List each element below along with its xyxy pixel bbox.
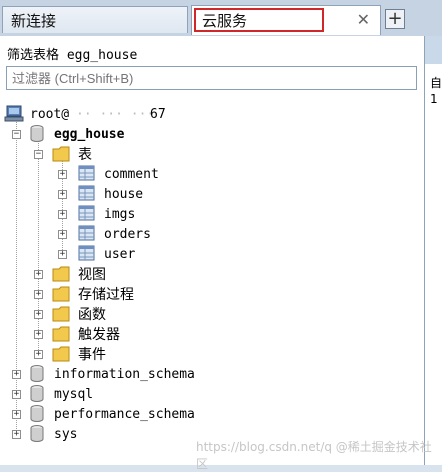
folder-label: 触发器	[78, 327, 120, 343]
table-icon	[78, 205, 95, 221]
folder-icon	[52, 306, 70, 322]
tab-new-connection-label: 新连接	[11, 11, 57, 30]
server-icon	[4, 105, 24, 122]
expand-icon[interactable]: +	[58, 170, 67, 179]
folder-icon	[52, 146, 70, 162]
expand-icon[interactable]: +	[12, 410, 21, 419]
expand-icon[interactable]: +	[34, 350, 43, 359]
connection-label: root@	[30, 106, 70, 122]
connection-tail: 67	[150, 106, 166, 122]
expand-icon[interactable]: +	[12, 390, 21, 399]
right-header	[425, 36, 442, 64]
table-label: comment	[104, 166, 159, 182]
table-icon	[78, 185, 95, 201]
filter-label: 筛选表格 egg_house	[7, 48, 138, 63]
table-icon	[78, 165, 95, 181]
table-label: house	[104, 186, 144, 202]
folder-icon	[52, 346, 70, 362]
tab-cloud-service[interactable]: 云服务 ✕	[191, 5, 381, 35]
tab-new-connection[interactable]: 新连接	[2, 6, 188, 33]
expand-icon[interactable]: +	[34, 310, 43, 319]
collapse-icon[interactable]: −	[12, 130, 21, 139]
table-icon	[78, 245, 95, 261]
expand-icon[interactable]: +	[34, 330, 43, 339]
expand-icon[interactable]: +	[58, 250, 67, 259]
folder-label: 存储过程	[78, 287, 134, 303]
tree-folder-views[interactable]: + 视图	[0, 264, 400, 284]
table-label: imgs	[104, 206, 136, 222]
expand-icon[interactable]: +	[58, 210, 67, 219]
tab-bar: 新连接 云服务 ✕ +	[0, 0, 442, 36]
tree-folder-triggers[interactable]: + 触发器	[0, 324, 400, 344]
db-label: sys	[54, 426, 78, 442]
expand-icon[interactable]: +	[34, 290, 43, 299]
db-label: egg_house	[54, 126, 125, 142]
table-icon	[78, 225, 95, 241]
db-label: mysql	[54, 386, 94, 402]
database-icon	[30, 425, 44, 442]
db-label: information_schema	[54, 366, 195, 382]
folder-label: 事件	[78, 347, 106, 363]
close-icon[interactable]: ✕	[357, 10, 370, 29]
database-icon	[30, 385, 44, 402]
folder-icon	[52, 286, 70, 302]
connection-masked: ·· ··· ···	[76, 106, 155, 122]
tree-table-comment[interactable]: + comment	[0, 164, 400, 184]
tab-cloud-service-label: 云服务	[202, 12, 248, 30]
tree-table-user[interactable]: + user	[0, 244, 400, 264]
db-label: performance_schema	[54, 406, 195, 422]
database-icon	[30, 405, 44, 422]
table-label: orders	[104, 226, 151, 242]
tree-folder-procedures[interactable]: + 存储过程	[0, 284, 400, 304]
folder-label: 函数	[78, 307, 106, 323]
tree-table-house[interactable]: + house	[0, 184, 400, 204]
tree-folder-functions[interactable]: + 函数	[0, 304, 400, 324]
tree-db-egg-house[interactable]: − egg_house	[0, 124, 400, 144]
tree-folder-tables[interactable]: − 表	[0, 144, 400, 164]
tree-db-mysql[interactable]: + mysql	[0, 384, 400, 404]
right-editor-strip: 自 1	[425, 36, 442, 465]
tree-db-performance-schema[interactable]: + performance_schema	[0, 404, 400, 424]
expand-icon[interactable]: +	[58, 230, 67, 239]
plus-icon[interactable]: +	[385, 9, 405, 29]
filter-input[interactable]	[6, 66, 417, 90]
watermark: https://blog.csdn.net/q @稀土掘金技术社区	[196, 440, 432, 471]
tree-folder-events[interactable]: + 事件	[0, 344, 400, 364]
database-icon	[30, 125, 44, 142]
expand-icon[interactable]: +	[12, 430, 21, 439]
tree-table-imgs[interactable]: + imgs	[0, 204, 400, 224]
table-label: user	[104, 246, 136, 262]
folder-icon	[52, 326, 70, 342]
folder-label: 表	[78, 147, 92, 163]
tree-table-orders[interactable]: + orders	[0, 224, 400, 244]
right-text-2: 1	[430, 92, 438, 106]
expand-icon[interactable]: +	[34, 270, 43, 279]
expand-icon[interactable]: +	[12, 370, 21, 379]
database-icon	[30, 365, 44, 382]
tree-db-information-schema[interactable]: + information_schema	[0, 364, 400, 384]
collapse-icon[interactable]: −	[34, 150, 43, 159]
folder-label: 视图	[78, 267, 106, 283]
right-text-1: 自	[430, 76, 442, 90]
navigator-panel: 筛选表格 egg_house root@ ·· ··· ··· 67 − egg…	[0, 36, 425, 465]
folder-icon	[52, 266, 70, 282]
expand-icon[interactable]: +	[58, 190, 67, 199]
